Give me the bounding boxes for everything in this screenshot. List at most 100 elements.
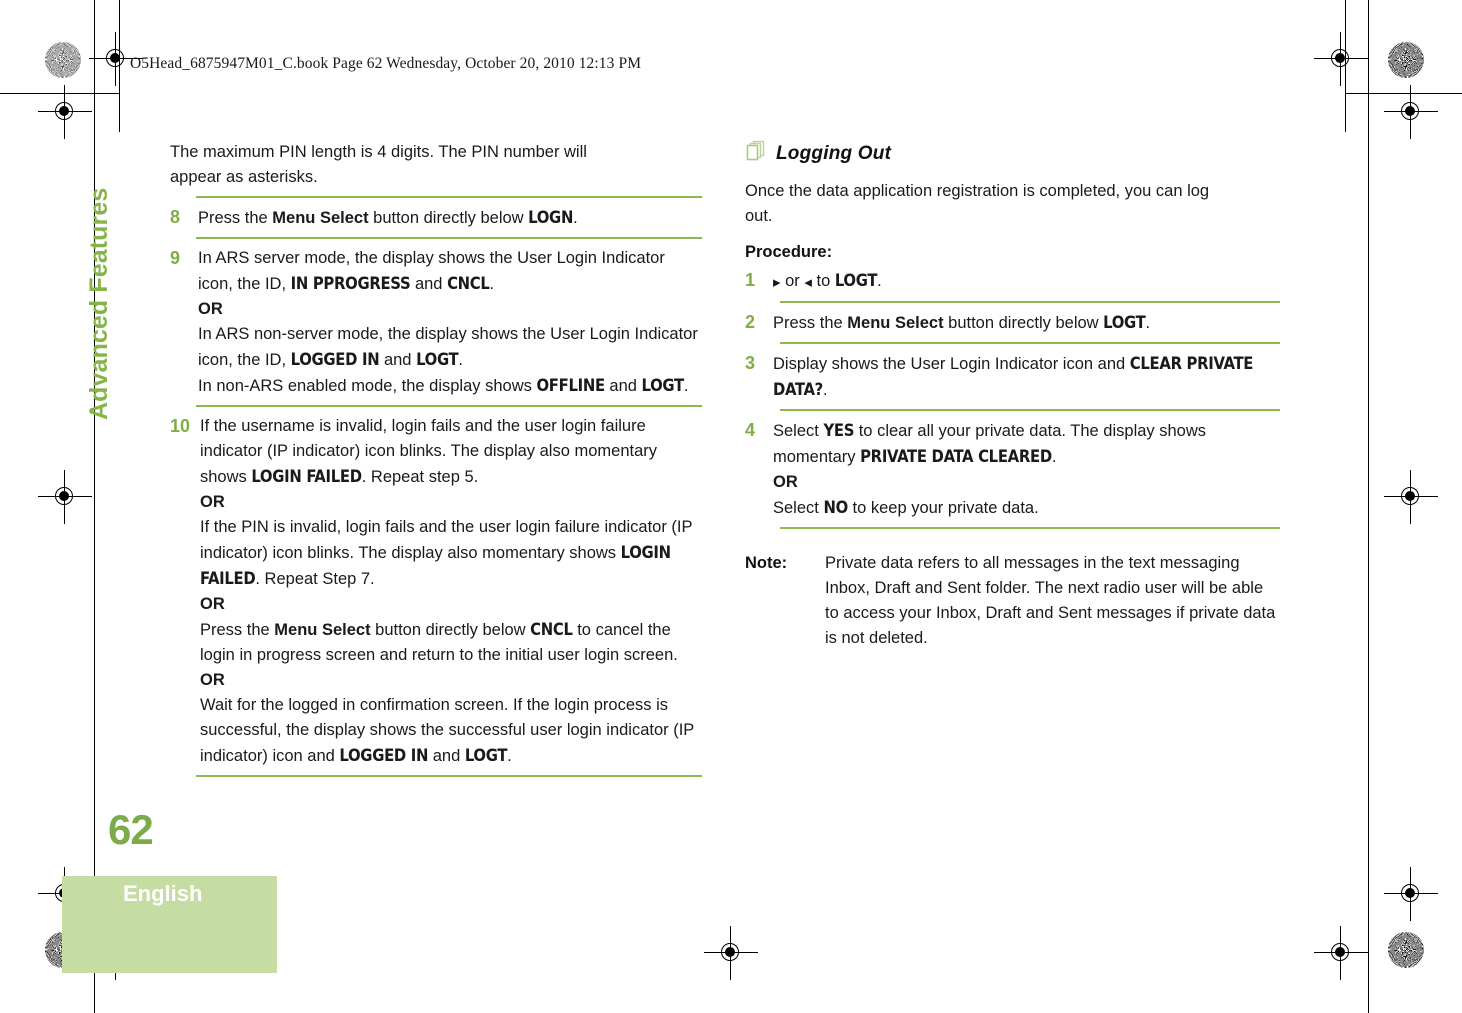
chapter-tab-label: Advanced Features — [85, 187, 113, 420]
body-text: . — [507, 747, 512, 765]
display-text: LOGT — [641, 376, 685, 395]
star-target-mark-bottom-right — [1388, 932, 1424, 968]
step-item: 9 In ARS server mode, the display shows … — [170, 246, 702, 399]
body-text: button directly below — [370, 621, 531, 639]
emphasis-text: OR — [198, 300, 223, 318]
language-label: English — [123, 881, 203, 906]
body-text: and — [428, 747, 465, 765]
step-item: 4 Select YES to clear all your private d… — [745, 418, 1280, 521]
divider-rule — [196, 405, 702, 407]
star-target-mark-top-left — [45, 42, 81, 78]
body-text: button directly below — [943, 314, 1104, 332]
emphasis-text: OR — [200, 671, 225, 689]
note-block: Note: Private data refers to all message… — [745, 551, 1280, 651]
body-text: . — [683, 377, 689, 395]
registration-mark-upper-right — [1384, 85, 1438, 139]
display-text: LOGGED IN — [339, 746, 429, 765]
step-number: 4 — [745, 420, 756, 440]
display-text: IN PPROGRESS — [290, 274, 411, 293]
body-text: . — [822, 381, 828, 399]
registration-mark-lower-right — [1384, 867, 1438, 921]
body-text: . — [573, 209, 578, 227]
registration-mark-bottom-right — [1314, 926, 1368, 980]
body-text: to keep your private data. — [847, 499, 1039, 517]
left-text-column: The maximum PIN length is 4 digits. The … — [170, 140, 702, 784]
navigation-arrow-icon: ◂ — [804, 274, 812, 291]
section-title: Logging Out — [776, 142, 892, 164]
emphasis-text: Menu Select — [274, 621, 371, 639]
step-text: Press the Menu Select button directly be… — [198, 205, 702, 231]
document-page: O5Head_6875947M01_C.book Page 62 Wednesd… — [0, 0, 1462, 1013]
procedure-label: Procedure: — [745, 243, 833, 261]
intro-line-2: appear as asterisks. — [170, 168, 318, 186]
step-text: In ARS server mode, the display shows th… — [198, 246, 702, 399]
step-text: Press the Menu Select button directly be… — [773, 310, 1280, 336]
right-text-column: Logging Out Once the data application re… — [745, 140, 1280, 651]
note-label: Note: — [745, 554, 788, 572]
step-item: 10 If the username is invalid, login fai… — [170, 414, 702, 769]
display-text: CNCL — [530, 620, 573, 639]
body-text: and — [379, 351, 417, 369]
emphasis-text: Menu Select — [847, 314, 944, 332]
divider-rule — [196, 196, 702, 198]
body-text: Press the — [198, 209, 273, 227]
body-text: to — [811, 272, 835, 290]
registration-mark-bottom-center — [704, 926, 758, 980]
body-text: and — [410, 275, 448, 293]
step-number: 9 — [170, 248, 181, 268]
divider-rule — [196, 775, 702, 777]
display-text: PRIVATE DATA CLEARED — [860, 447, 1052, 466]
step-item: 2 Press the Menu Select button directly … — [745, 310, 1280, 336]
page-number: 62 — [108, 806, 154, 853]
step-number: 3 — [745, 353, 756, 373]
body-text: or — [780, 272, 805, 290]
display-text: CNCL — [447, 274, 490, 293]
registration-mark-top-right — [1314, 32, 1368, 86]
display-text: NO — [823, 498, 848, 517]
step-number: 2 — [745, 312, 756, 332]
emphasis-text: Menu Select — [272, 209, 369, 227]
registration-mark-upper-left — [38, 85, 92, 139]
divider-rule — [196, 237, 702, 239]
step-text: Select YES to clear all your private dat… — [773, 418, 1280, 521]
body-text: Press the — [200, 621, 275, 639]
body-text: . — [458, 351, 463, 369]
display-text: LOGGED IN — [290, 350, 380, 369]
section-intro-line-2: out. — [745, 207, 773, 225]
emphasis-text: OR — [200, 493, 225, 511]
file-slug-line: O5Head_6875947M01_C.book Page 62 Wednesd… — [130, 55, 642, 72]
registration-mark-middle-left — [38, 470, 92, 524]
body-text: Press the — [773, 314, 848, 332]
step-text: If the username is invalid, login fails … — [200, 414, 702, 769]
stacked-pages-icon — [745, 140, 767, 167]
display-text: LOGT — [1103, 313, 1146, 332]
body-text: . Repeat step 5. — [361, 468, 479, 486]
display-text: LOGT — [464, 746, 508, 765]
intro-paragraph: The maximum PIN length is 4 digits. The … — [170, 140, 702, 190]
body-text: . — [1145, 314, 1151, 332]
step-number: 8 — [170, 207, 181, 227]
emphasis-text: OR — [773, 473, 798, 491]
step-item: 1 ▸ or ◂ to LOGT. — [745, 268, 1280, 295]
display-text: LOGT — [416, 350, 459, 369]
body-text: Select — [773, 422, 824, 440]
navigation-arrow-icon: ▸ — [773, 274, 781, 291]
crop-line-right-outer — [1368, 0, 1369, 1013]
body-text: Select — [773, 499, 824, 517]
body-text: and — [604, 377, 642, 395]
body-text: In non-ARS enabled mode, the display sho… — [198, 377, 537, 395]
body-text: button directly below — [368, 209, 529, 227]
body-text: . Repeat Step 7. — [255, 570, 375, 588]
registration-mark-middle-right — [1384, 470, 1438, 524]
body-text: . — [877, 272, 882, 290]
display-text: LOGIN FAILED — [251, 467, 362, 486]
section-heading: Logging Out — [745, 140, 1280, 167]
display-text: LOGT — [834, 271, 878, 290]
display-text: YES — [823, 421, 855, 440]
step-item: 8 Press the Menu Select button directly … — [170, 205, 702, 231]
emphasis-text: OR — [200, 595, 225, 613]
step-number: 1 — [745, 270, 756, 290]
divider-rule — [780, 301, 1280, 303]
step-text: ▸ or ◂ to LOGT. — [773, 268, 1280, 295]
step-number: 10 — [170, 416, 191, 436]
